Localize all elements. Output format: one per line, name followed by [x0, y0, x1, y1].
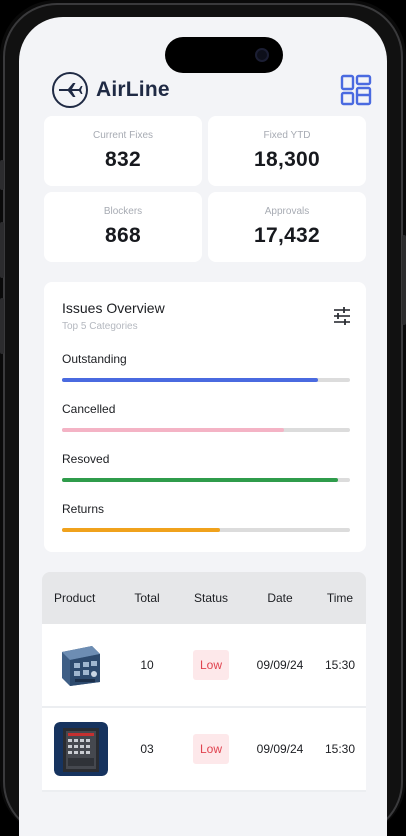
- dynamic-island: [165, 37, 283, 73]
- issue-label: Returns: [62, 502, 105, 516]
- issue-row-outstanding[interactable]: Outstanding: [62, 352, 350, 382]
- brand[interactable]: AirLine: [52, 72, 170, 108]
- table-row[interactable]: 10 Low 09/09/24 15:30: [42, 624, 366, 708]
- date-cell: 09/09/24: [256, 742, 304, 756]
- column-header-date[interactable]: Date: [246, 591, 314, 605]
- stat-value: 18,300: [253, 148, 321, 171]
- volume-down-button: [0, 298, 4, 354]
- product-cell: [42, 722, 118, 776]
- progress-track: [62, 428, 350, 432]
- issue-row-cancelled[interactable]: Cancelled: [62, 402, 350, 432]
- product-image: [54, 722, 108, 776]
- issue-row-resolved[interactable]: Resoved: [62, 452, 350, 482]
- stat-value: 832: [105, 148, 141, 171]
- silent-switch: [0, 160, 4, 190]
- issue-row-returns[interactable]: Returns: [62, 502, 350, 532]
- status-cell: Low: [176, 650, 246, 680]
- time-cell: 15:30: [324, 658, 356, 672]
- stat-label: Blockers: [103, 206, 143, 217]
- issue-label: Resoved: [62, 452, 110, 466]
- column-header-status[interactable]: Status: [176, 591, 246, 605]
- progress-fill: [62, 428, 284, 432]
- products-table: Product Total Status Date Time 10 Low 09…: [42, 572, 366, 836]
- time-cell: 15:30: [324, 742, 356, 756]
- progress-track: [62, 528, 350, 532]
- stat-card-blockers[interactable]: Blockers 868: [44, 192, 202, 262]
- progress-fill: [62, 378, 319, 382]
- issues-title: Issues Overview: [62, 300, 165, 316]
- stats-grid: Current Fixes 832 Fixed YTD 18,300 Block…: [44, 116, 366, 262]
- status-badge: Low: [192, 650, 229, 680]
- progress-fill: [62, 528, 221, 532]
- issue-label: Outstanding: [62, 352, 127, 366]
- stat-card-approvals[interactable]: Approvals 17,432: [208, 192, 366, 262]
- table-header: Product Total Status Date Time: [42, 572, 366, 624]
- camera-icon: [255, 48, 269, 62]
- stat-card-current-fixes[interactable]: Current Fixes 832: [44, 116, 202, 186]
- dashboard-grid-icon[interactable]: [340, 74, 372, 106]
- stat-label: Fixed YTD: [263, 130, 311, 141]
- status-cell: Low: [176, 734, 246, 764]
- filter-sliders-icon[interactable]: [332, 306, 352, 326]
- app-name: AirLine: [96, 78, 170, 101]
- stat-label: Approvals: [264, 206, 310, 217]
- issues-overview-card: Issues Overview Top 5 Categories Outstan…: [44, 282, 366, 552]
- progress-track: [62, 378, 350, 382]
- column-header-total[interactable]: Total: [118, 591, 176, 605]
- stat-value: 868: [105, 224, 141, 247]
- stat-label: Current Fixes: [92, 130, 153, 141]
- stat-value: 17,432: [253, 224, 321, 247]
- power-button: [402, 235, 406, 325]
- volume-up-button: [0, 222, 4, 278]
- progress-fill: [62, 478, 339, 482]
- table-row[interactable]: 03 Low 09/09/24 15:30: [42, 708, 366, 792]
- total-cell: 10: [140, 658, 154, 672]
- phone-frame: AirLine Current Fixes 832 Fixed YTD 18,3…: [0, 0, 406, 836]
- date-cell: 09/09/24: [256, 658, 304, 672]
- column-header-product[interactable]: Product: [42, 591, 118, 605]
- product-image: [54, 638, 108, 692]
- progress-track: [62, 478, 350, 482]
- total-cell: 03: [140, 742, 154, 756]
- issue-label: Cancelled: [62, 402, 116, 416]
- stat-card-fixed-ytd[interactable]: Fixed YTD 18,300: [208, 116, 366, 186]
- issues-subtitle: Top 5 Categories: [62, 321, 138, 332]
- column-header-time[interactable]: Time: [314, 591, 366, 605]
- airline-logo-icon: [52, 72, 88, 108]
- status-badge: Low: [192, 734, 229, 764]
- product-cell: [42, 638, 118, 692]
- app-screen: AirLine Current Fixes 832 Fixed YTD 18,3…: [19, 17, 387, 836]
